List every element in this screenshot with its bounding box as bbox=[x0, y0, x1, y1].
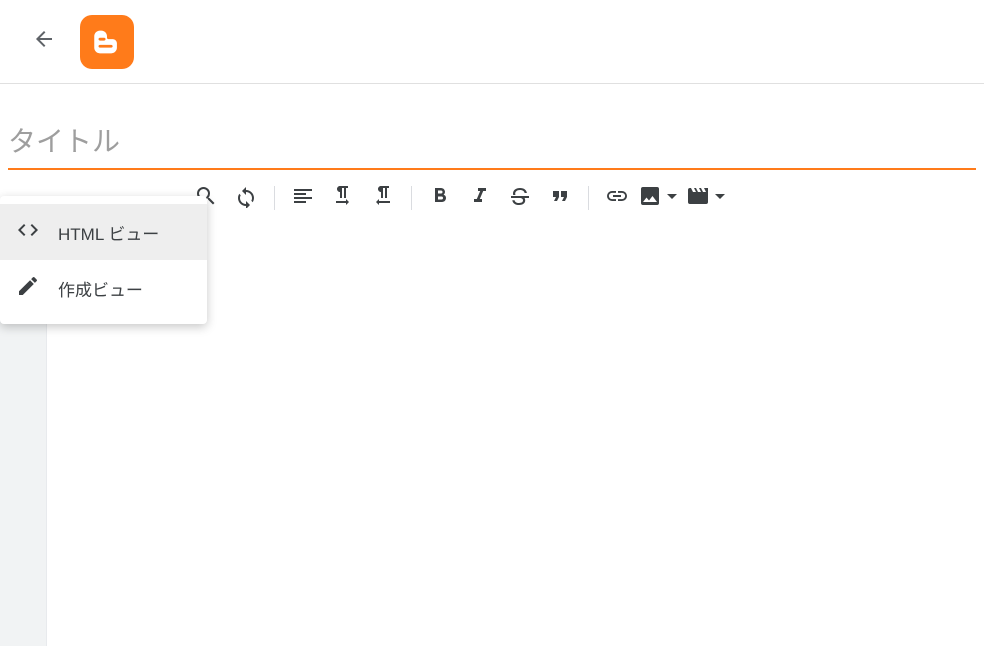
quote-icon bbox=[548, 184, 572, 213]
text-direction-rtl-icon bbox=[371, 184, 395, 213]
align-button[interactable] bbox=[283, 178, 323, 218]
italic-icon bbox=[468, 184, 492, 213]
quote-button[interactable] bbox=[540, 178, 580, 218]
chevron-down-icon bbox=[660, 184, 684, 213]
app-header bbox=[0, 0, 984, 84]
menu-item-label: HTML ビュー bbox=[58, 220, 159, 245]
refresh-button[interactable] bbox=[226, 178, 266, 218]
back-button[interactable] bbox=[24, 22, 64, 62]
code-icon bbox=[16, 218, 58, 247]
arrow-left-icon bbox=[32, 27, 56, 56]
bold-icon bbox=[428, 184, 452, 213]
menu-item-label: 作成ビュー bbox=[58, 276, 143, 301]
align-left-icon bbox=[291, 184, 315, 213]
rtl-button[interactable] bbox=[363, 178, 403, 218]
italic-button[interactable] bbox=[460, 178, 500, 218]
post-title-input[interactable] bbox=[8, 120, 976, 170]
bold-button[interactable] bbox=[420, 178, 460, 218]
toolbar-separator bbox=[588, 186, 589, 210]
ltr-button[interactable] bbox=[323, 178, 363, 218]
text-direction-ltr-icon bbox=[331, 184, 355, 213]
chevron-down-icon bbox=[708, 184, 732, 213]
strikethrough-button[interactable] bbox=[500, 178, 540, 218]
refresh-icon bbox=[234, 184, 258, 213]
menu-item-html-view[interactable]: HTML ビュー bbox=[0, 204, 207, 260]
link-icon bbox=[605, 184, 629, 213]
video-icon bbox=[686, 184, 710, 213]
insert-image-button[interactable] bbox=[637, 178, 685, 218]
image-icon bbox=[638, 184, 662, 213]
blogger-logo bbox=[80, 15, 134, 69]
toolbar-separator bbox=[411, 186, 412, 210]
menu-item-compose-view[interactable]: 作成ビュー bbox=[0, 260, 207, 316]
strikethrough-icon bbox=[508, 184, 532, 213]
toolbar-separator bbox=[274, 186, 275, 210]
pencil-icon bbox=[16, 274, 58, 303]
view-mode-menu: HTML ビュー 作成ビュー bbox=[0, 196, 207, 324]
title-section bbox=[0, 84, 984, 170]
link-button[interactable] bbox=[597, 178, 637, 218]
insert-video-button[interactable] bbox=[685, 178, 733, 218]
